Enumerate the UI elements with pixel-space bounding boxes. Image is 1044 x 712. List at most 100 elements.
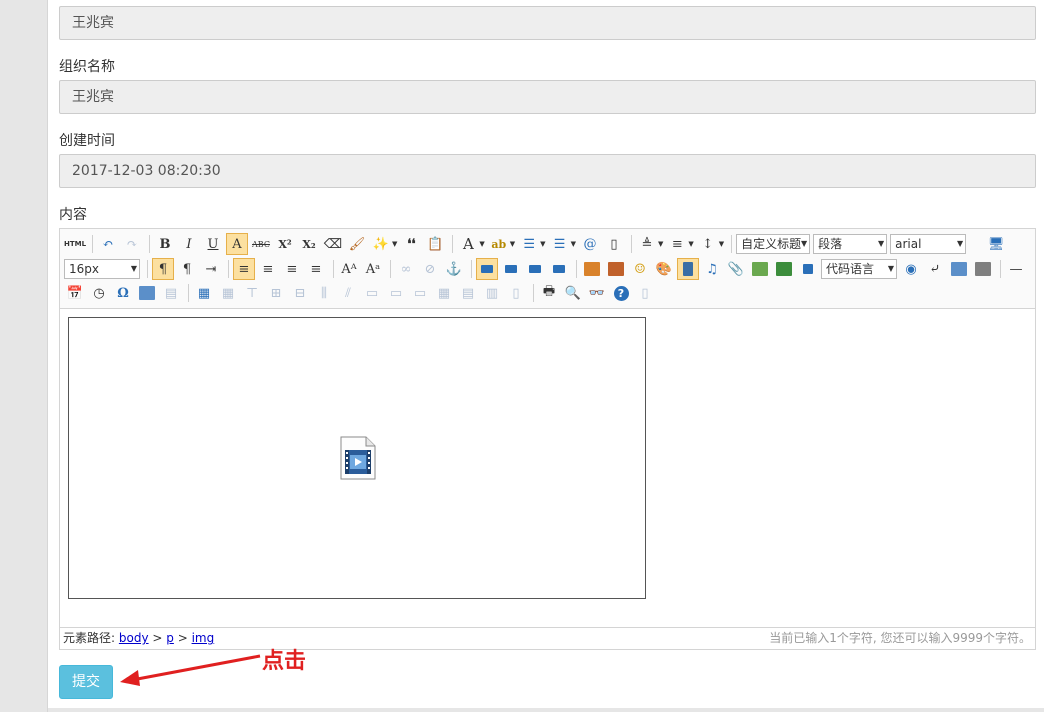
path-img-link[interactable]: img xyxy=(192,631,215,645)
image-center-icon[interactable] xyxy=(548,258,570,280)
submit-button[interactable]: 提交 xyxy=(59,665,113,699)
time-icon[interactable]: ◷ xyxy=(88,282,110,304)
delete-row-icon[interactable]: ⊟ xyxy=(289,282,311,304)
italic-button[interactable]: I xyxy=(178,233,200,255)
simple-upload-icon[interactable] xyxy=(581,258,603,280)
justify-left-icon[interactable]: ≡ xyxy=(233,258,255,280)
font-family-select[interactable]: arial ▼ xyxy=(890,234,967,254)
indent-icon[interactable]: ⇥ xyxy=(200,258,222,280)
image-right-icon[interactable] xyxy=(524,258,546,280)
redo-icon[interactable]: ↷ xyxy=(121,233,143,255)
fullscreen-icon[interactable]: 🖥 xyxy=(985,233,1007,255)
org-name-field[interactable]: 王兆宾 xyxy=(59,80,1036,114)
gmap-icon[interactable] xyxy=(773,258,795,280)
split-cells-icon[interactable]: ▦ xyxy=(433,282,455,304)
merge-right-icon[interactable]: ▭ xyxy=(385,282,407,304)
justify-center-icon[interactable]: ≡ xyxy=(257,258,279,280)
split-rows-icon[interactable]: ▤ xyxy=(457,282,479,304)
undo-icon[interactable]: ↶ xyxy=(97,233,119,255)
subscript-button[interactable]: X₂ xyxy=(298,233,320,255)
path-p-link[interactable]: p xyxy=(166,631,174,645)
merge-cells-icon[interactable]: ▭ xyxy=(361,282,383,304)
insert-table-icon[interactable]: ▦ xyxy=(193,282,215,304)
left-gutter xyxy=(0,0,48,712)
image-left-icon[interactable] xyxy=(500,258,522,280)
separator xyxy=(188,284,189,302)
lineheight-icon[interactable]: ↕ xyxy=(697,233,719,255)
split-cols-icon[interactable]: ▥ xyxy=(481,282,503,304)
paste-plain-icon[interactable]: 📋 xyxy=(424,233,446,255)
paragraph-value: 段落 xyxy=(818,237,843,251)
pagebreak-icon[interactable]: ⤶ xyxy=(924,258,946,280)
bold-button[interactable]: B xyxy=(154,233,176,255)
unordered-list-icon[interactable]: ☰ xyxy=(549,233,571,255)
rtl-direction-icon[interactable]: ¶ xyxy=(176,258,198,280)
insert-image-icon[interactable] xyxy=(605,258,627,280)
strikethrough-button[interactable]: ABC xyxy=(250,233,272,255)
ltr-direction-icon[interactable]: ¶ xyxy=(152,258,174,280)
source-html-button[interactable]: HTML xyxy=(64,233,86,255)
rich-text-editor: HTML ↶ ↷ B I U A ABC X² X₂ ⌫ 🖌 ✨ ▼ ❛❛ 📋 A… xyxy=(59,228,1036,650)
attachment-icon[interactable]: 📎 xyxy=(725,258,747,280)
print-icon[interactable]: 🖶 xyxy=(538,282,560,304)
special-chars-button[interactable]: Ω xyxy=(112,282,134,304)
merge-down-icon[interactable]: ▭ xyxy=(409,282,431,304)
unlink-icon[interactable]: ⊘ xyxy=(419,258,441,280)
touppercase-icon[interactable]: Aᴬ xyxy=(338,258,360,280)
custom-heading-select[interactable]: 自定义标题 ▼ xyxy=(736,234,811,254)
underline-button[interactable]: U xyxy=(202,233,224,255)
rowspacing-top-icon[interactable]: ≜ xyxy=(636,233,658,255)
embedded-video-placeholder[interactable] xyxy=(68,317,646,599)
map-icon[interactable] xyxy=(749,258,771,280)
date-icon[interactable]: 📅 xyxy=(64,282,86,304)
preview-icon[interactable]: 🔍 xyxy=(562,282,584,304)
format-brush-icon[interactable]: 🖌 xyxy=(346,233,368,255)
scrawl-icon[interactable]: 🎨 xyxy=(653,258,675,280)
tolowercase-icon[interactable]: Aᵃ xyxy=(362,258,384,280)
justify-full-icon[interactable]: ≡ xyxy=(305,258,327,280)
insert-video-icon[interactable] xyxy=(677,258,699,280)
created-time-field[interactable]: 2017-12-03 08:20:30 xyxy=(59,154,1036,188)
insert-row-icon[interactable]: ⊞ xyxy=(265,282,287,304)
backcolor-button[interactable]: ab xyxy=(488,233,510,255)
charts-icon[interactable]: ▯ xyxy=(505,282,527,304)
path-body-link[interactable]: body xyxy=(119,631,149,645)
name-field[interactable]: 王兆宾 xyxy=(59,6,1036,40)
insert-paragraph-before-table-icon[interactable]: ⊤ xyxy=(241,282,263,304)
webapp-icon[interactable]: ◉ xyxy=(900,258,922,280)
music-icon[interactable]: ♫ xyxy=(701,258,723,280)
search-replace-icon[interactable]: 👓 xyxy=(586,282,608,304)
insert-col-icon[interactable]: ⫼ xyxy=(313,282,335,304)
background-icon[interactable] xyxy=(972,258,994,280)
snapscreen-icon[interactable] xyxy=(136,282,158,304)
insert-frame-icon[interactable] xyxy=(797,258,819,280)
code-language-select[interactable]: 代码语言 ▼ xyxy=(821,259,897,279)
select-all-icon[interactable]: @ xyxy=(579,233,601,255)
justify-right-icon[interactable]: ≡ xyxy=(281,258,303,280)
forecolor-button[interactable]: A xyxy=(457,233,479,255)
template-icon[interactable] xyxy=(948,258,970,280)
help-button[interactable]: ? xyxy=(610,282,632,304)
delete-col-icon[interactable]: ⫽ xyxy=(337,282,359,304)
superscript-button[interactable]: X² xyxy=(274,233,296,255)
anchor-icon[interactable]: ⚓ xyxy=(443,258,465,280)
drafts-icon[interactable]: ▯ xyxy=(634,282,656,304)
clear-doc-icon[interactable]: ▯ xyxy=(603,233,625,255)
fontborder-button[interactable]: A xyxy=(226,233,248,255)
ordered-list-icon[interactable]: ☰ xyxy=(518,233,540,255)
editor-content-area[interactable] xyxy=(60,309,1035,627)
wordimage-icon[interactable]: ▤ xyxy=(160,282,182,304)
eraser-icon[interactable]: ⌫ xyxy=(322,233,344,255)
emotion-icon[interactable]: ☺ xyxy=(629,258,651,280)
autotypeset-icon[interactable]: ✨ xyxy=(370,233,392,255)
link-icon[interactable]: ∞ xyxy=(395,258,417,280)
horizontal-rule-icon[interactable]: — xyxy=(1005,258,1027,280)
font-size-select[interactable]: 16px ▼ xyxy=(64,259,140,279)
rowspacing-bottom-icon[interactable]: ≡ xyxy=(666,233,688,255)
blockquote-button[interactable]: ❛❛ xyxy=(400,233,422,255)
content-label: 内容 xyxy=(59,207,87,223)
paragraph-select[interactable]: 段落 ▼ xyxy=(813,234,888,254)
image-none-icon[interactable] xyxy=(476,258,498,280)
created-time-label: 创建时间 xyxy=(59,133,115,149)
delete-table-icon[interactable]: ▦ xyxy=(217,282,239,304)
